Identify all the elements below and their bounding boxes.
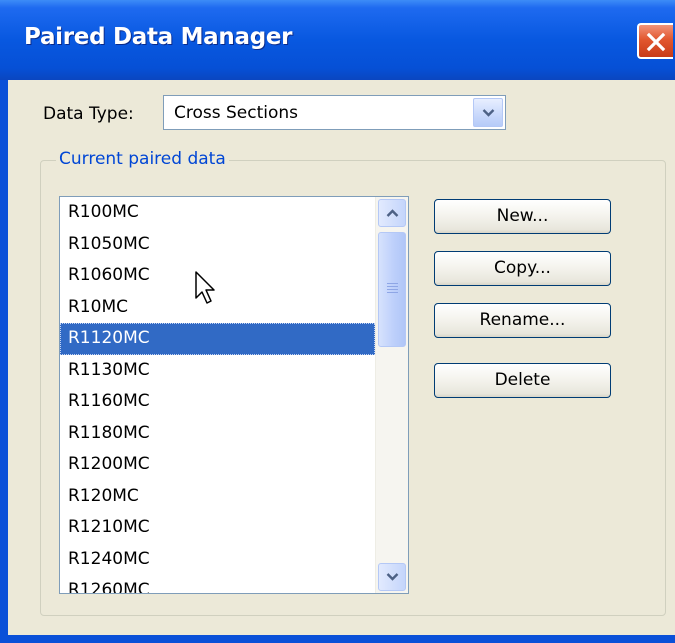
paired-data-manager-window: Paired Data Manager Data Type: Cross Sec… [0,0,675,643]
grip-line [387,286,398,287]
list-items: R100MC R1050MC R1060MC R10MC R1120MC R1130MC R… [60,197,375,593]
data-type-label: Data Type: [43,104,134,124]
list-item[interactable]: R1200MC [60,449,375,481]
list-item[interactable]: R1210MC [60,512,375,544]
data-type-dropdown-button[interactable] [473,98,503,127]
rename-button[interactable]: Rename... [434,303,611,338]
grip-line [387,292,398,293]
chevron-down-icon [482,109,495,117]
close-button[interactable] [637,23,673,59]
chevron-down-icon [386,573,399,581]
delete-button[interactable]: Delete [434,363,611,398]
chevron-up-icon [386,209,399,217]
list-item[interactable]: R1160MC [60,386,375,418]
data-type-value: Cross Sections [174,103,299,123]
list-item[interactable]: R1260MC [60,575,375,593]
list-item[interactable]: R1120MC [60,323,375,355]
scroll-down-button[interactable] [378,563,406,591]
list-item[interactable]: R1240MC [60,544,375,576]
list-item[interactable]: R1130MC [60,355,375,387]
list-item[interactable]: R1060MC [60,260,375,292]
new-button[interactable]: New... [434,199,611,234]
window-title: Paired Data Manager [24,24,293,50]
scroll-thumb[interactable] [378,232,406,347]
list-item[interactable]: R10MC [60,292,375,324]
dialog-body: Data Type: Cross Sections Current paired… [8,80,675,635]
title-bar[interactable]: Paired Data Manager [0,0,675,80]
grip-line [387,289,398,290]
scroll-up-button[interactable] [378,199,406,227]
close-icon [646,32,666,52]
paired-data-list[interactable]: R100MC R1050MC R1060MC R10MC R1120MC R1130MC R… [59,196,409,594]
list-item[interactable]: R1050MC [60,229,375,261]
list-item[interactable]: R1180MC [60,418,375,450]
vertical-scrollbar[interactable] [375,197,408,593]
copy-button[interactable]: Copy... [434,251,611,286]
grip-line [387,283,398,284]
data-type-select[interactable]: Cross Sections [163,95,506,130]
list-item[interactable]: R100MC [60,197,375,229]
group-label: Current paired data [56,149,229,169]
list-item[interactable]: R120MC [60,481,375,513]
